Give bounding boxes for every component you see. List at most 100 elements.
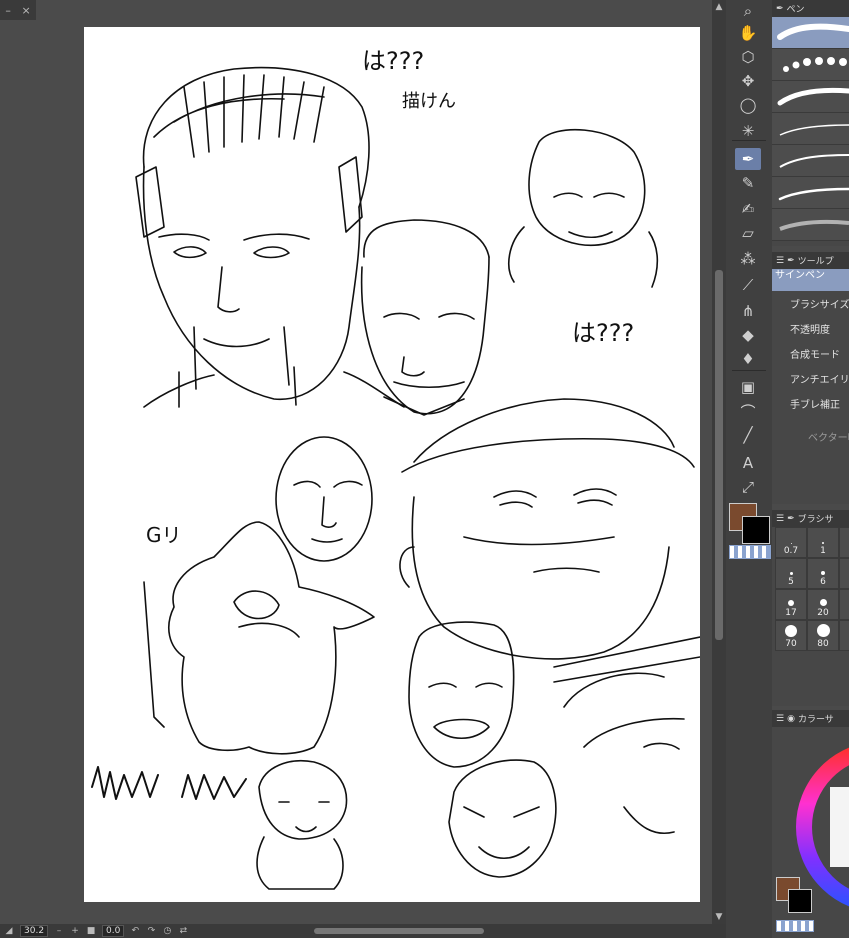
zoom-out-button[interactable]: – <box>54 926 64 936</box>
magic-wand-icon[interactable]: ✳ <box>735 120 761 142</box>
brush-size-dot <box>816 624 830 637</box>
brush-size-label: 0.7 <box>783 546 799 556</box>
sketch-grass <box>91 766 247 800</box>
sketch-face-laughing <box>448 759 557 878</box>
zoom-in-button[interactable]: + <box>70 926 80 936</box>
brush-size-option[interactable]: 70 <box>775 620 807 651</box>
brush-size-option[interactable]: 0.7 <box>775 527 807 558</box>
decoration-icon[interactable]: ⁂ <box>735 248 761 270</box>
stop-icon[interactable]: ■ <box>86 926 96 936</box>
brush-size-option[interactable] <box>839 589 849 620</box>
brush-size-label: 1 <box>820 546 826 556</box>
sub-tool-header: ✒ ペン <box>772 0 849 17</box>
pen-icon: ✒ <box>776 3 784 14</box>
brush-name[interactable]: サインペン <box>772 269 849 291</box>
color-transparent-swatch[interactable] <box>776 920 814 932</box>
brush-preset-7[interactable] <box>772 209 849 241</box>
brush-size-option[interactable] <box>839 558 849 589</box>
close-icon[interactable]: × <box>21 4 30 17</box>
rotate-left-icon[interactable]: ↶ <box>130 926 140 936</box>
curve-icon[interactable]: ⌒ <box>735 400 761 422</box>
brush-preset-6[interactable] <box>772 177 849 209</box>
rotate-object-icon[interactable]: ⬡ <box>735 46 761 68</box>
brush-size-panel: ☰ ✒ ブラシサ 0.7 1 5 6 17 20 70 80 <box>772 510 849 706</box>
flip-icon[interactable]: ⇄ <box>178 926 188 936</box>
grass-brush-icon[interactable]: ⋔ <box>735 300 761 322</box>
sub-color-swatch[interactable] <box>742 516 770 544</box>
brush-preset-2[interactable] <box>772 49 849 81</box>
menu-icon[interactable]: ☰ <box>776 256 784 266</box>
canvas-area[interactable]: – × は??? 描けん は??? Gリ <box>0 0 712 924</box>
brush-size-grid: 0.7 1 5 6 17 20 70 80 <box>772 527 849 651</box>
brush-size-option[interactable]: 6 <box>807 558 839 589</box>
blend-icon[interactable]: ♦ <box>735 348 761 370</box>
drawing-canvas[interactable]: は??? 描けん は??? Gリ <box>84 27 700 902</box>
pen-icon[interactable]: ✒ <box>735 148 761 170</box>
text-icon[interactable]: A <box>735 452 761 474</box>
correct-line-icon[interactable]: ⤢ <box>735 476 761 498</box>
fill-icon[interactable]: ◆ <box>735 324 761 346</box>
brush-preset-3[interactable] <box>772 81 849 113</box>
sub-tool-title: ペン <box>786 5 805 15</box>
zoom-icon[interactable]: ⌕ <box>735 0 761 22</box>
gradient-icon[interactable]: ▣ <box>735 376 761 398</box>
brush-size-option[interactable]: 80 <box>807 620 839 651</box>
sketch-mascot <box>143 521 375 755</box>
brush-preset-4[interactable] <box>772 113 849 145</box>
lasso-icon[interactable]: ◯ <box>735 94 761 116</box>
tool-property-title: ツールプ <box>797 257 834 267</box>
horizontal-scroll-thumb[interactable] <box>314 928 485 934</box>
vector-snap-row[interactable]: ベクター吸 <box>772 424 849 449</box>
brush-size-dot <box>788 600 794 606</box>
menu-icon[interactable]: ☰ <box>776 714 784 724</box>
brush-size-label: 5 <box>788 577 794 587</box>
brush-size-option[interactable]: 1 <box>807 527 839 558</box>
brush-size-label: 17 <box>785 608 797 618</box>
brush-size-option[interactable]: 5 <box>775 558 807 589</box>
minimize-icon[interactable]: – <box>5 4 11 17</box>
brush-size-row[interactable]: ブラシサイズ <box>772 291 849 316</box>
zoom-value[interactable]: 30.2 <box>20 925 49 937</box>
tool-separator <box>732 140 766 141</box>
tool-separator <box>732 370 766 371</box>
color-sub-swatch[interactable] <box>788 889 812 913</box>
sketch-face-side <box>553 636 700 834</box>
zoom-slider-icon[interactable]: ◢ <box>4 926 14 936</box>
sketch-face-bearded <box>360 219 490 416</box>
transparent-color-swatch[interactable] <box>729 545 771 559</box>
eyedropper-icon[interactable]: ⟋ <box>735 274 761 296</box>
pencil-icon[interactable]: ✎ <box>735 172 761 194</box>
brush-preset-5[interactable] <box>772 145 849 177</box>
pen-icon: ✒ <box>787 513 795 524</box>
rotation-value[interactable]: 0.0 <box>102 925 125 937</box>
antialiasing-row[interactable]: アンチエイリア <box>772 366 849 391</box>
brush-preset-1[interactable] <box>772 17 849 49</box>
canvas-vertical-scrollbar[interactable]: ▲ ▼ <box>712 0 726 924</box>
scroll-up-icon[interactable]: ▲ <box>712 0 726 14</box>
line-icon[interactable]: ╱ <box>735 424 761 446</box>
blend-mode-row[interactable]: 合成モード <box>772 341 849 366</box>
brush-size-option[interactable]: 20 <box>807 589 839 620</box>
brush-size-dot <box>789 572 793 575</box>
brush-size-title: ブラシサ <box>797 515 834 525</box>
rotate-right-icon[interactable]: ↷ <box>146 926 156 936</box>
brush-size-option[interactable]: 17 <box>775 589 807 620</box>
brush-icon[interactable]: ✍ <box>735 198 761 220</box>
opacity-row[interactable]: 不透明度 <box>772 316 849 341</box>
eraser-icon[interactable]: ▱ <box>735 222 761 244</box>
brush-size-dot <box>822 542 824 544</box>
scroll-down-icon[interactable]: ▼ <box>712 910 726 924</box>
sketch-face-old <box>508 128 659 288</box>
tool-property-header: ☰ ✒ ツールプ <box>772 252 849 269</box>
scroll-thumb[interactable] <box>715 270 723 640</box>
menu-icon[interactable]: ☰ <box>776 514 784 524</box>
note-right: は??? <box>572 319 634 347</box>
move-icon[interactable]: ✥ <box>735 70 761 92</box>
brush-size-option[interactable] <box>839 620 849 651</box>
sub-tool-panel: ✒ ペン <box>772 0 849 246</box>
brush-size-option[interactable] <box>839 527 849 558</box>
reset-rotation-icon[interactable]: ◷ <box>162 926 172 936</box>
stabilization-row[interactable]: 手ブレ補正 <box>772 391 849 416</box>
brush-size-dot <box>821 571 825 575</box>
hand-icon[interactable]: ✋ <box>735 22 761 44</box>
